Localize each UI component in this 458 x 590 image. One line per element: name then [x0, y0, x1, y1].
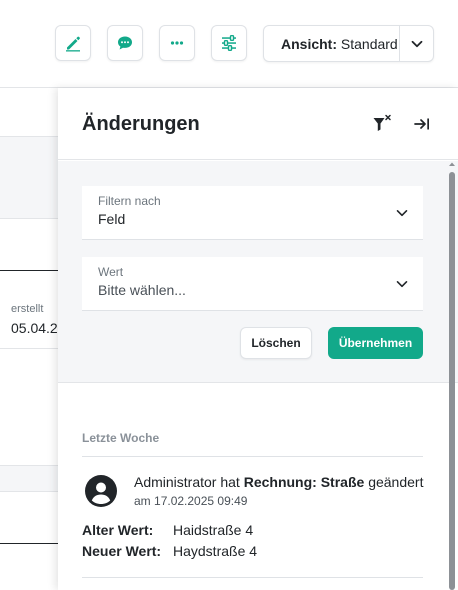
settings-button[interactable] — [211, 25, 247, 61]
created-date: 05.04.2025 — [11, 320, 58, 336]
changes-panel: Änderungen Filtern nach Feld Wert Bitte … — [58, 88, 458, 590]
timestamp-prefix: am — [134, 494, 151, 508]
panel-title: Änderungen — [82, 113, 200, 135]
filter-clear-icon — [373, 114, 391, 131]
panel-header: Änderungen — [58, 88, 458, 160]
divider — [0, 218, 58, 219]
background-table — [0, 88, 58, 590]
divider — [0, 348, 58, 349]
view-dropdown-toggle[interactable] — [399, 26, 433, 61]
change-action: geändert — [368, 474, 424, 490]
comment-button[interactable] — [107, 25, 143, 61]
change-user: Administrator — [134, 474, 217, 490]
change-field: Rechnung: Straße — [243, 474, 365, 490]
old-value-label: Alter Wert: — [82, 522, 154, 538]
created-label: erstellt — [11, 303, 44, 315]
value-placeholder: Bitte wählen... — [98, 282, 186, 298]
collapse-panel-button[interactable] — [410, 112, 434, 136]
more-button[interactable] — [159, 25, 195, 61]
new-value: Haydstraße 4 — [173, 543, 258, 559]
filter-by-value: Feld — [98, 211, 126, 227]
table-header-band — [0, 136, 58, 218]
table-band — [0, 465, 58, 491]
divider — [0, 491, 58, 492]
divider — [82, 577, 423, 578]
divider — [82, 456, 423, 457]
chevron-down-icon — [396, 281, 408, 288]
edit-button[interactable] — [55, 25, 91, 61]
more-icon — [170, 41, 184, 45]
chevron-down-icon — [411, 40, 422, 47]
old-value-row: Alter Wert: Haidstraße 4 — [82, 522, 253, 538]
view-selector-text: Ansicht: Standard — [264, 36, 399, 52]
filter-by-label: Filtern nach — [98, 194, 161, 208]
new-value-label: Neuer Wert: — [82, 543, 162, 559]
user-avatar-icon — [85, 475, 117, 507]
new-value-row: Neuer Wert: Haydstraße 4 — [82, 543, 257, 559]
clear-filter-button[interactable] — [370, 112, 394, 136]
value-label: Wert — [98, 265, 124, 279]
scrollbar-thumb[interactable] — [449, 172, 455, 590]
divider — [0, 543, 58, 544]
pencil-icon — [66, 36, 80, 52]
section-heading: Letzte Woche — [82, 431, 160, 445]
change-verb: hat — [220, 474, 240, 490]
top-toolbar: Ansicht: Standard — [0, 0, 458, 88]
view-selector[interactable]: Ansicht: Standard — [263, 25, 434, 62]
old-value: Haidstraße 4 — [173, 522, 254, 538]
filter-by-select[interactable]: Filtern nach Feld — [82, 186, 423, 240]
chevron-down-icon — [396, 210, 408, 217]
divider — [0, 270, 58, 271]
change-timestamp: am 17.02.2025 09:49 — [134, 494, 247, 508]
view-value: Standard — [340, 35, 398, 52]
comment-icon — [118, 36, 132, 50]
divider — [0, 465, 58, 466]
timestamp-value: 17.02.2025 09:49 — [154, 494, 248, 508]
apply-button[interactable]: Übernehmen — [328, 327, 423, 359]
collapse-right-icon — [414, 118, 429, 130]
clear-button[interactable]: Löschen — [240, 327, 312, 359]
divider — [0, 136, 58, 137]
change-description: Administrator hat Rechnung: Straße geänd… — [134, 474, 423, 490]
value-select[interactable]: Wert Bitte wählen... — [82, 257, 423, 311]
scroll-up-arrow-icon[interactable] — [448, 160, 456, 168]
view-label: Ansicht: — [281, 35, 337, 52]
filter-section: Filtern nach Feld Wert Bitte wählen... L… — [58, 161, 458, 383]
sliders-icon — [222, 35, 236, 51]
